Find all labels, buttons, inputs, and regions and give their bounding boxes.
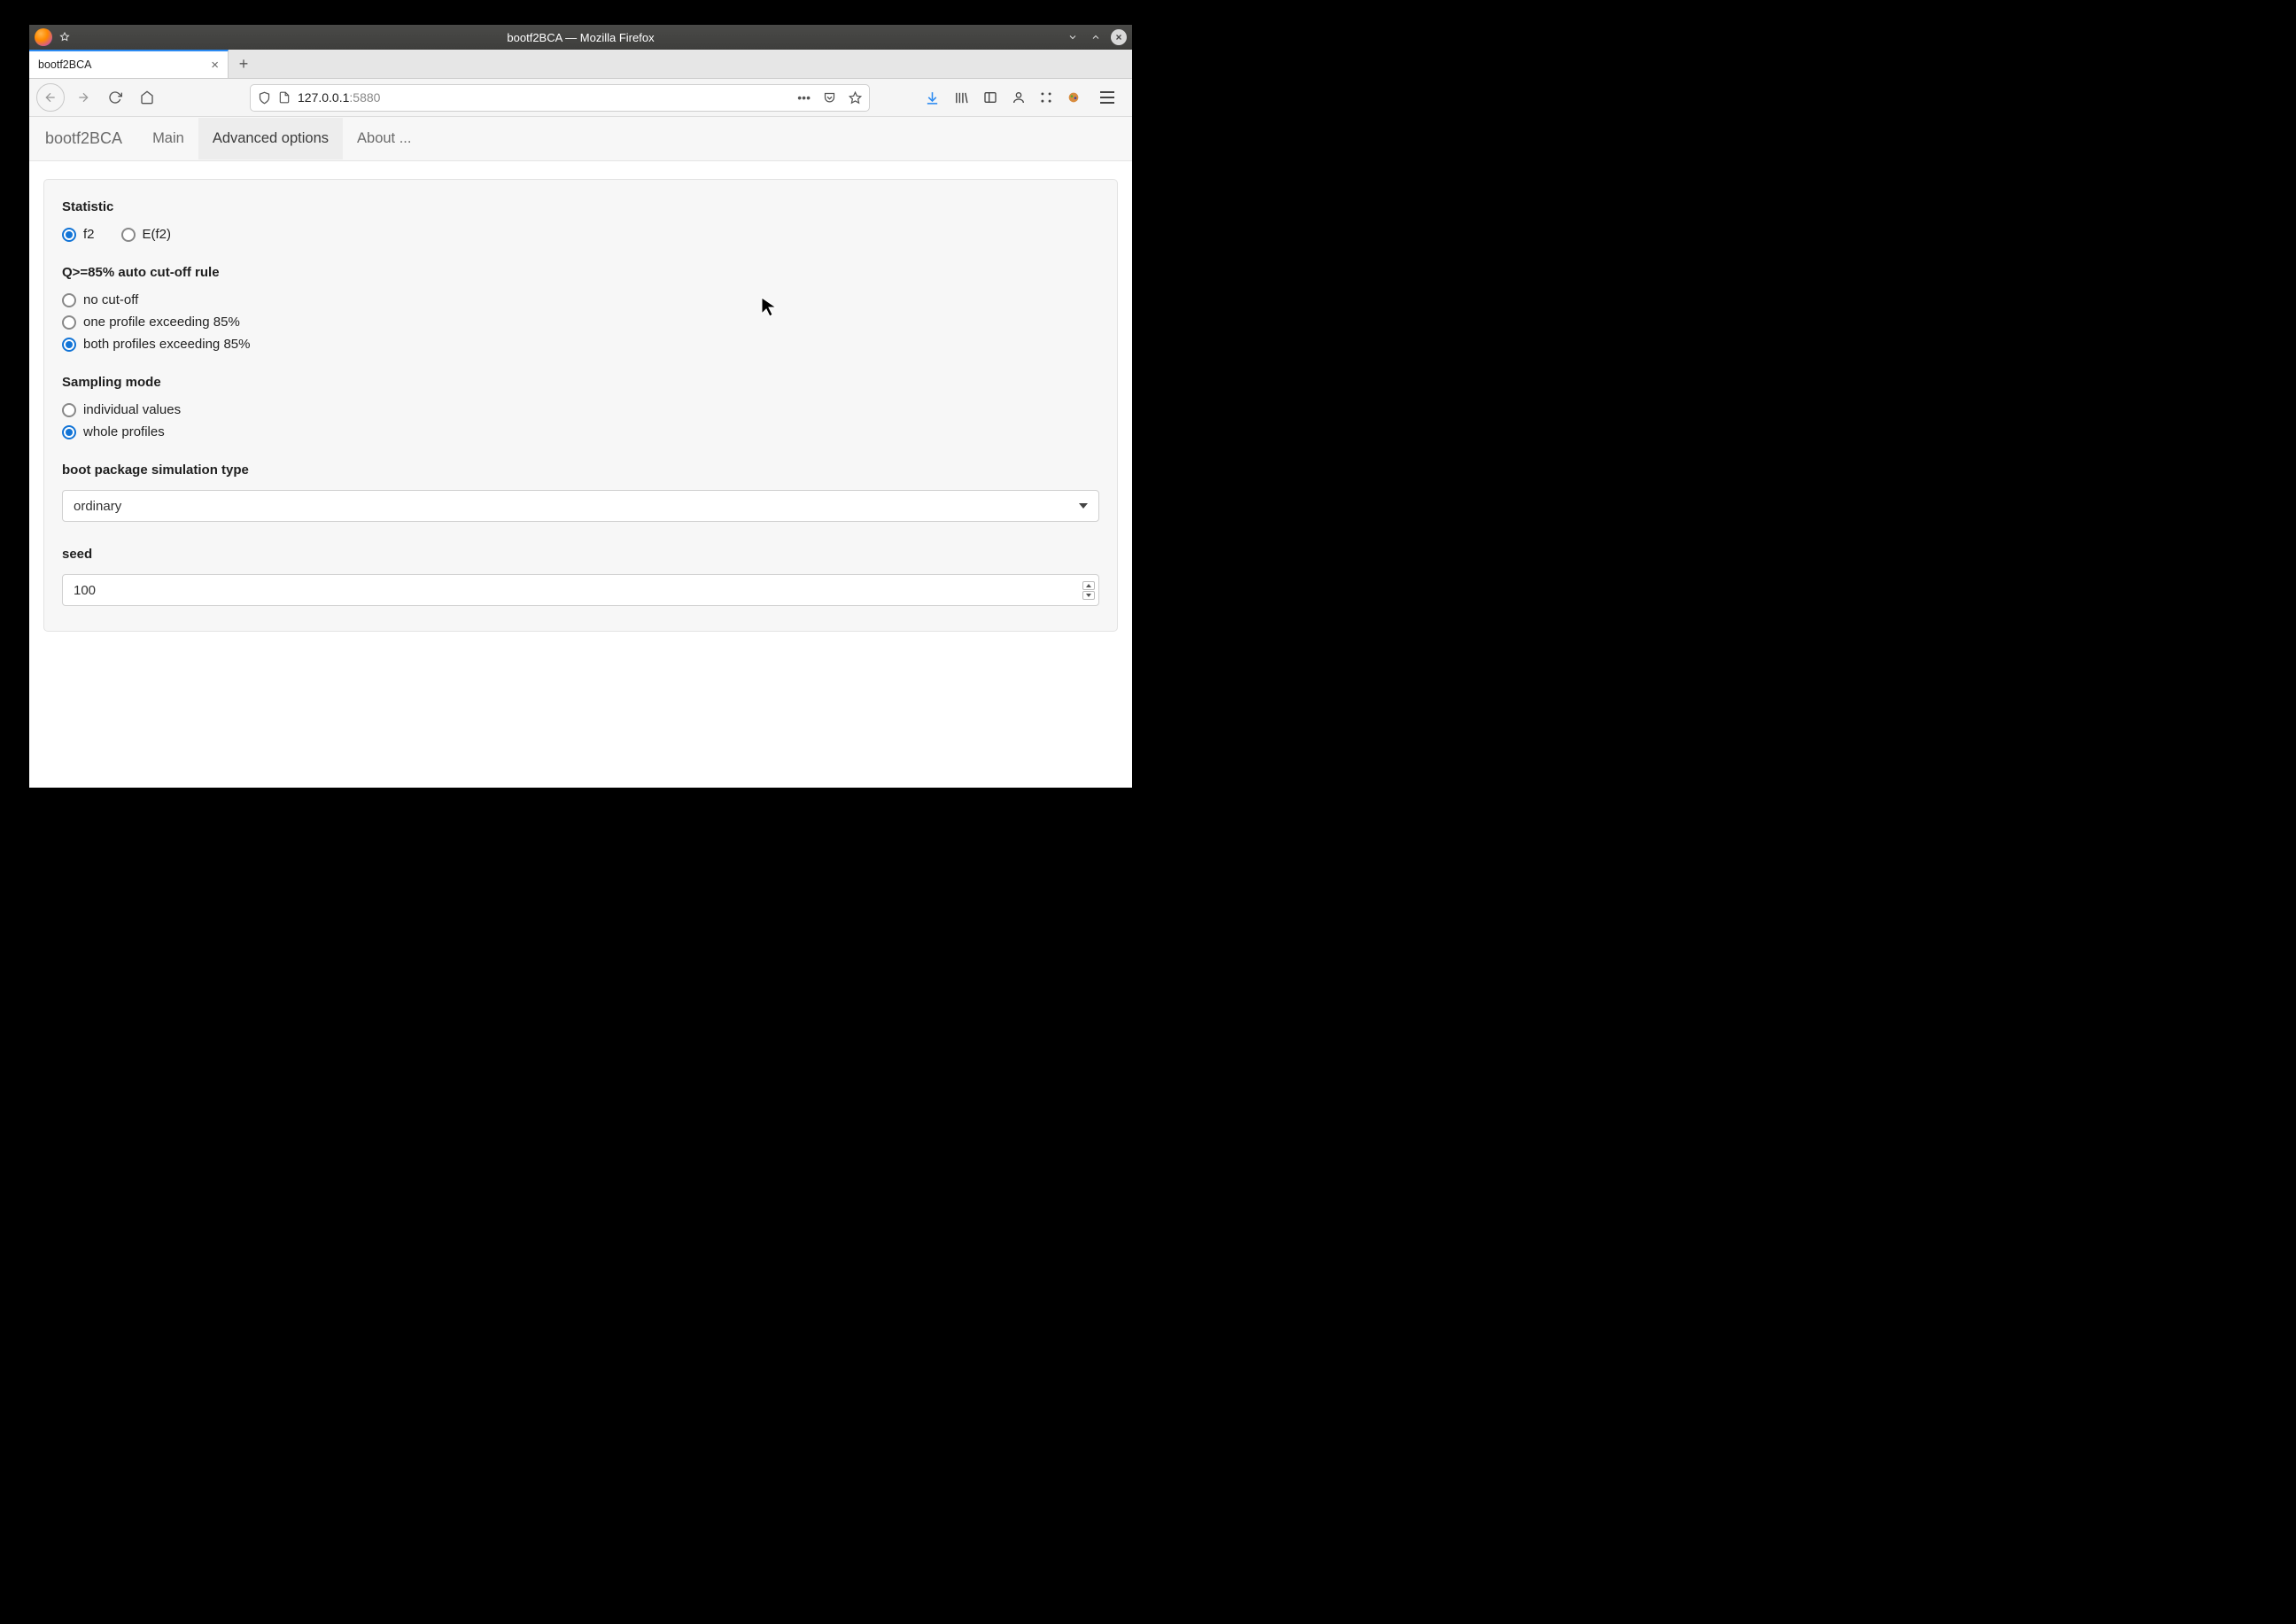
extension-icon-1[interactable] [1040,91,1052,104]
radio-icon [62,293,76,307]
radio-label: f2 [83,227,95,242]
simtype-value: ordinary [74,499,121,514]
radio-label: whole profiles [83,424,165,439]
url-host: 127.0.0.1 [298,90,349,105]
site-info-icon[interactable] [278,91,291,104]
window-titlebar: bootf2BCA — Mozilla Firefox [29,25,1132,50]
seed-input[interactable]: 100 [62,574,1099,606]
url-port: :5880 [349,90,380,105]
radio-icon [121,228,136,242]
tab-advanced-options[interactable]: Advanced options [198,118,343,159]
address-bar[interactable]: 127.0.0.1:5880 ••• [250,84,870,112]
radio-icon [62,425,76,439]
advanced-options-panel: Statistic f2 E(f2) Q>=85% auto cut-off r… [43,179,1118,632]
new-tab-button[interactable]: + [229,50,259,78]
account-icon[interactable] [1012,90,1026,105]
chevron-down-icon [1086,594,1091,597]
seed-value: 100 [74,583,96,598]
radio-cutoff-none[interactable]: no cut-off [62,292,1099,307]
radio-cutoff-both[interactable]: both profiles exceeding 85% [62,337,1099,352]
cutoff-radios: no cut-off one profile exceeding 85% bot… [62,292,1099,352]
tab-main[interactable]: Main [138,118,198,159]
radio-label: one profile exceeding 85% [83,315,240,330]
bookmark-star-icon[interactable] [849,91,862,105]
radio-icon [62,403,76,417]
radio-sampling-individual[interactable]: individual values [62,402,1099,417]
reload-button[interactable] [102,84,128,111]
sidebar-icon[interactable] [983,90,997,105]
simtype-select[interactable]: ordinary [62,490,1099,522]
window-minimize-icon[interactable] [1065,29,1081,45]
statistic-label: Statistic [62,199,1099,214]
radio-cutoff-one[interactable]: one profile exceeding 85% [62,315,1099,330]
app-navbar: bootf2BCA Main Advanced options About ..… [29,117,1132,161]
downloads-icon[interactable] [925,90,940,105]
sampling-radios: individual values whole profiles [62,402,1099,439]
page-actions-icon[interactable]: ••• [797,90,811,105]
cutoff-label: Q>=85% auto cut-off rule [62,265,1099,280]
page-content: Statistic f2 E(f2) Q>=85% auto cut-off r… [29,161,1132,788]
app-menu-button[interactable] [1095,85,1120,110]
radio-icon [62,315,76,330]
home-button[interactable] [134,84,160,111]
radio-sampling-whole[interactable]: whole profiles [62,424,1099,439]
firefox-logo-icon [35,28,52,46]
pin-icon[interactable] [58,30,72,44]
simtype-label: boot package simulation type [62,462,1099,478]
app-brand[interactable]: bootf2BCA [45,129,122,148]
radio-statistic-ef2[interactable]: E(f2) [121,227,172,242]
pocket-icon[interactable] [823,91,836,105]
radio-label: individual values [83,402,181,417]
window-close-icon[interactable] [1111,29,1127,45]
radio-label: no cut-off [83,292,138,307]
seed-step-up[interactable] [1082,581,1095,590]
library-icon[interactable] [954,90,969,105]
tracking-shield-icon[interactable] [258,91,271,105]
tab-close-icon[interactable]: × [211,58,219,73]
window-title: bootf2BCA — Mozilla Firefox [507,31,654,44]
chevron-up-icon [1086,584,1091,587]
browser-toolbar: 127.0.0.1:5880 ••• [29,79,1132,117]
browser-tab-label: bootf2BCA [38,58,91,71]
browser-tabstrip: bootf2BCA × + [29,50,1132,79]
address-text: 127.0.0.1:5880 [298,90,380,105]
caret-down-icon [1079,503,1088,509]
seed-step-down[interactable] [1082,591,1095,600]
window-maximize-icon[interactable] [1088,29,1104,45]
nav-forward-button[interactable] [70,84,97,111]
browser-tab[interactable]: bootf2BCA × [29,50,229,78]
radio-statistic-f2[interactable]: f2 [62,227,95,242]
seed-label: seed [62,547,1099,562]
seed-stepper [1082,581,1095,600]
radio-icon [62,228,76,242]
tab-about[interactable]: About ... [343,118,425,159]
nav-back-button[interactable] [36,83,65,112]
radio-label: E(f2) [143,227,172,242]
sampling-label: Sampling mode [62,375,1099,390]
statistic-radios: f2 E(f2) [62,227,1099,242]
radio-icon [62,338,76,352]
extension-icon-2[interactable] [1067,90,1081,105]
radio-label: both profiles exceeding 85% [83,337,250,352]
